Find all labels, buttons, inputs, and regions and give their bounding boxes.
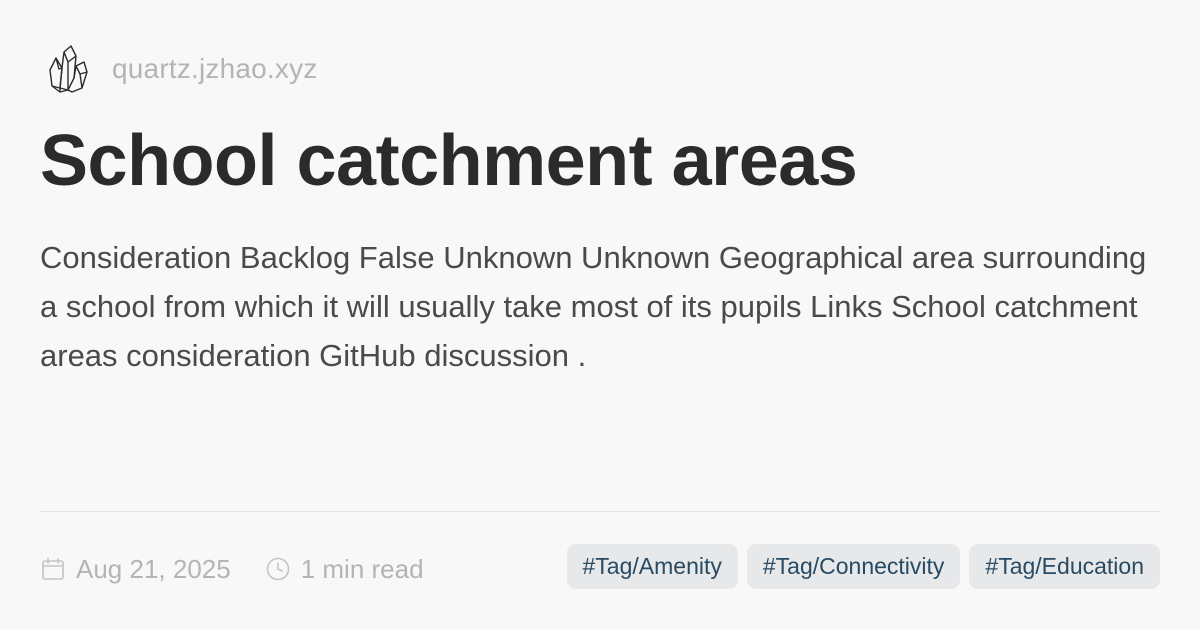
- tag-connectivity[interactable]: #Tag/Connectivity: [746, 544, 961, 589]
- tag-education[interactable]: #Tag/Education: [969, 544, 1160, 589]
- calendar-icon: [42, 557, 64, 580]
- clock-icon: [266, 557, 290, 581]
- reading-time-meta: 1 min read: [265, 554, 424, 585]
- tag-amenity[interactable]: #Tag/Amenity: [566, 544, 738, 589]
- crystal-cluster-icon[interactable]: [46, 42, 90, 96]
- divider: [40, 511, 1160, 512]
- page-title: School catchment areas: [40, 121, 858, 201]
- tag-list: #Tag/Amenity #Tag/Connectivity #Tag/Educ…: [558, 544, 1160, 589]
- site-name[interactable]: quartz.jzhao.xyz: [112, 53, 318, 85]
- site-header: quartz.jzhao.xyz: [46, 42, 318, 96]
- page-description: Consideration Backlog False Unknown Unkn…: [40, 240, 1147, 373]
- publish-date: Aug 21, 2025: [76, 553, 231, 584]
- article-meta: Aug 21, 2025 1 min read: [40, 548, 458, 590]
- date-meta: Aug 21, 2025: [40, 554, 231, 585]
- reading-time: 1 min read: [300, 553, 424, 584]
